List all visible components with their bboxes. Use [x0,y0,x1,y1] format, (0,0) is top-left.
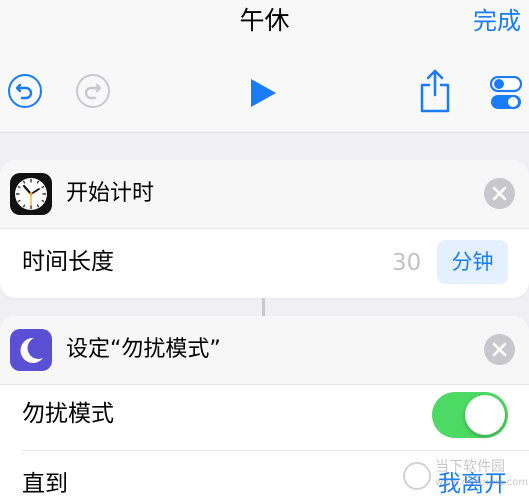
play-icon [251,79,276,107]
watermark-logo [403,462,431,490]
action-connector-line [262,298,265,316]
do-not-disturb-toggle[interactable] [432,392,508,438]
do-not-disturb-label: 勿扰模式 [22,401,114,427]
action-title: 设定“勿扰模式” [66,337,221,362]
card-header-divider [0,384,529,385]
redo-icon [84,83,102,100]
moon-icon [10,329,52,371]
watermark-text: 当下软件园 [435,459,505,475]
toggle-settings-icon [489,75,523,109]
settings-toggle-button[interactable] [489,75,523,114]
undo-icon [15,83,33,100]
remove-action-button[interactable] [484,178,515,209]
duration-unit-button[interactable]: 分钟 [437,240,508,284]
close-icon [492,186,507,201]
clock-icon [10,173,52,215]
toggle-knob [465,395,505,435]
watermark: 当下软件园 www.downxia.com [403,456,528,496]
card-header-divider [0,228,529,229]
done-button[interactable]: 完成 [473,4,521,38]
action-card-timer: 开始计时 时间长度 30 分钟 [0,160,529,298]
row-divider [22,450,529,451]
duration-label: 时间长度 [22,249,114,275]
duration-value-field[interactable]: 30 [392,245,421,281]
until-label: 直到 [22,471,68,497]
watermark-url: www.downxia.com [435,477,529,488]
remove-action-button[interactable] [484,334,515,365]
redo-button[interactable] [76,74,110,108]
share-button[interactable] [418,69,452,117]
share-icon [420,69,450,113]
close-icon [492,342,507,357]
undo-button[interactable] [8,74,42,108]
play-button[interactable] [249,78,277,112]
action-title: 开始计时 [66,181,155,206]
toolbar-divider [0,132,529,133]
page-title: 午休 [239,6,290,35]
